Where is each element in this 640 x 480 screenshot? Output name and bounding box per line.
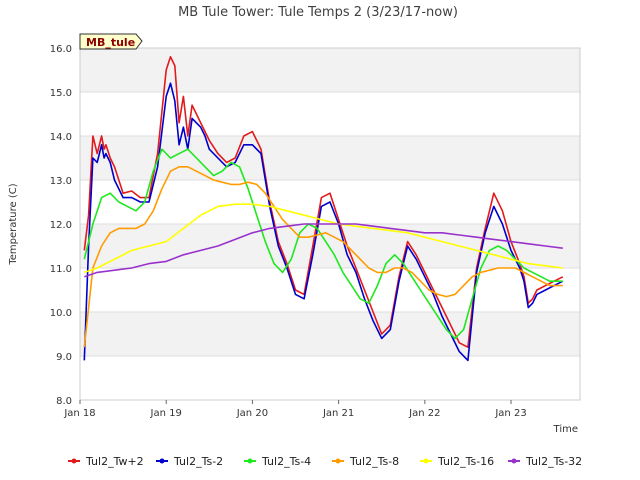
legend-label: Tul2_Ts-8 — [349, 455, 399, 468]
x-axis-label: Time — [553, 424, 578, 435]
y-tick-label: 10.0 — [50, 308, 72, 319]
legend-marker — [71, 458, 77, 464]
band — [80, 48, 580, 92]
legend-marker — [335, 458, 341, 464]
y-tick-label: 11.0 — [50, 264, 72, 275]
chart-title: MB Tule Tower: Tule Temps 2 (3/23/17-now… — [178, 5, 458, 20]
legend: Tul2_Tw+2 Tul2_Ts-2 Tul2_Ts-4 Tul2_Ts-8 Tul2… — [68, 455, 582, 468]
y-tick-label: 8.0 — [56, 396, 72, 407]
x-tick-label: Jan 19 — [150, 408, 182, 419]
site-badge-label: MB_tule — [86, 36, 135, 49]
legend-label: Tul2_Ts-32 — [525, 455, 582, 468]
legend-label: Tul2_Ts-16 — [437, 455, 494, 468]
y-tick-label: 13.0 — [50, 176, 72, 187]
y-axis: 8.0 9.0 10.0 11.0 12.0 13.0 14.0 15.0 16.0 — [50, 44, 72, 407]
y-tick-label: 14.0 — [50, 132, 72, 143]
chart: MB Tule Tower: Tule Temps 2 (3/23/17-now… — [8, 5, 582, 468]
x-tick-label: Jan 22 — [408, 408, 440, 419]
y-tick-label: 9.0 — [56, 352, 72, 363]
band — [80, 136, 580, 180]
legend-marker — [159, 458, 165, 464]
legend-label: Tul2_Ts-4 — [261, 455, 311, 468]
x-tick-label: Jan 20 — [236, 408, 268, 419]
x-tick-label: Jan 23 — [494, 408, 526, 419]
y-tick-label: 15.0 — [50, 88, 72, 99]
site-badge: MB_tule — [79, 33, 143, 50]
legend-label: Tul2_Tw+2 — [85, 455, 144, 468]
x-axis: Jan 18 Jan 19 Jan 20 Jan 21 Jan 22 Jan 23 — [63, 400, 527, 419]
legend-marker — [247, 458, 253, 464]
legend-marker — [423, 458, 429, 464]
x-tick-label: Jan 21 — [322, 408, 354, 419]
y-tick-label: 12.0 — [50, 220, 72, 231]
band — [80, 312, 580, 356]
y-tick-label: 16.0 — [50, 44, 72, 55]
legend-marker — [511, 458, 517, 464]
x-tick-label: Jan 18 — [63, 408, 95, 419]
legend-label: Tul2_Ts-2 — [173, 455, 223, 468]
y-axis-label: Temperature (C) — [8, 183, 19, 265]
